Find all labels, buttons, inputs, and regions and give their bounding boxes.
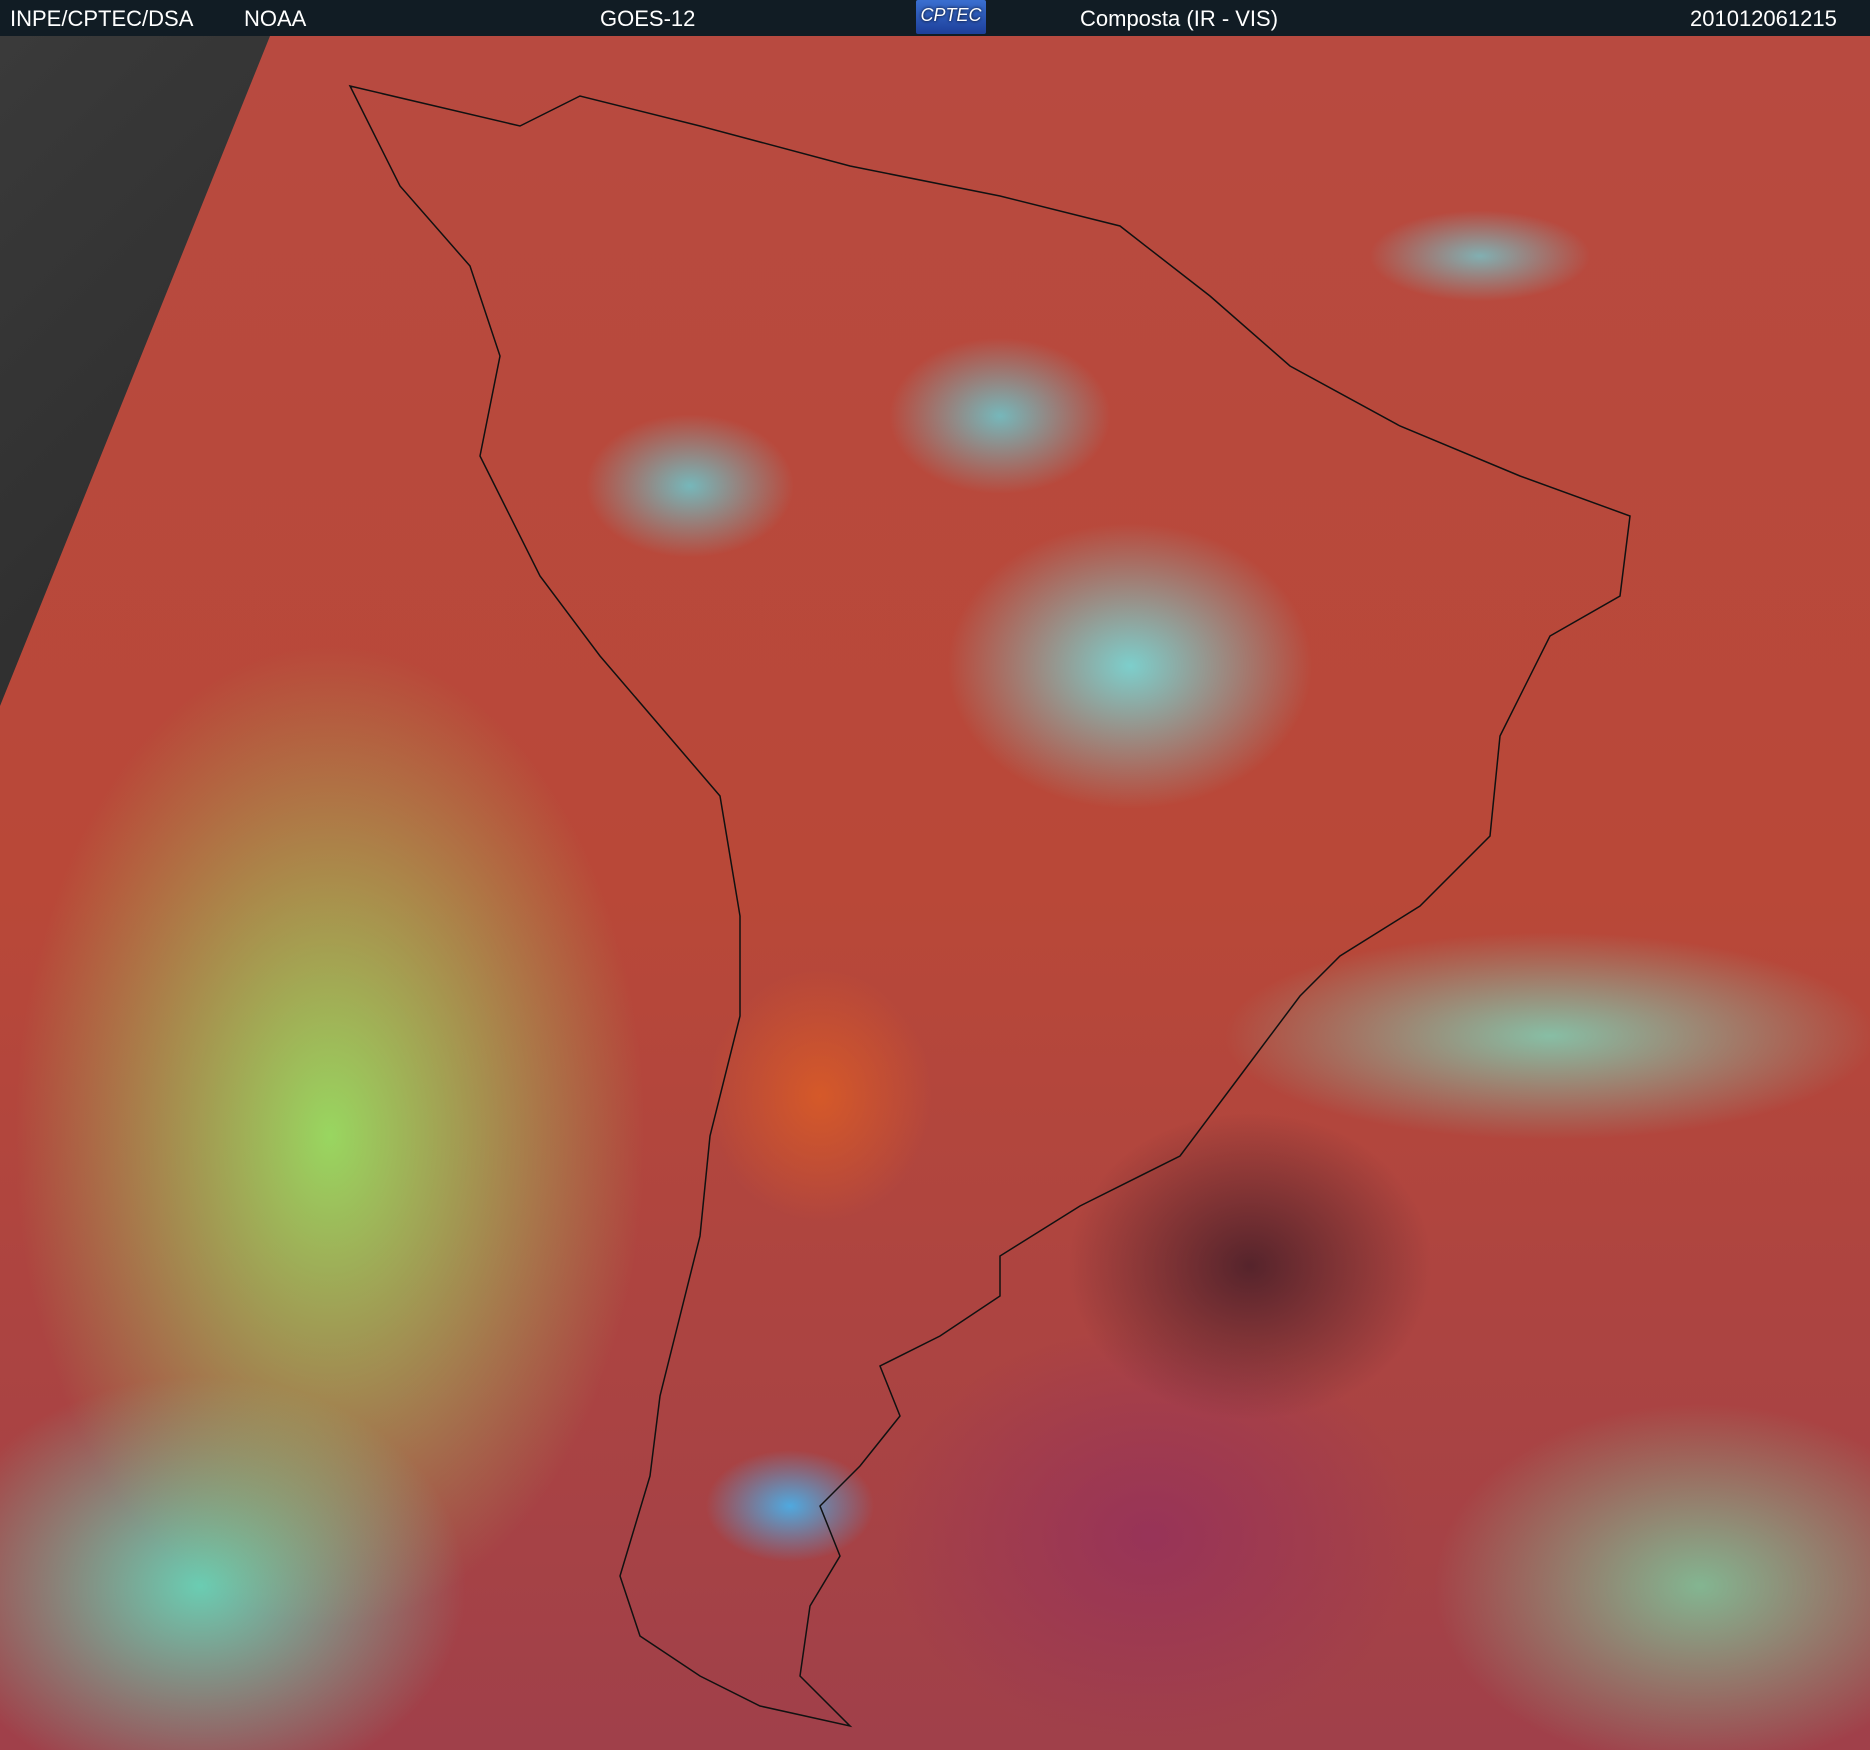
logo-text: CPTEC — [920, 5, 982, 25]
cptec-logo: CPTEC — [916, 0, 986, 34]
timestamp-label: 201012061215 — [1690, 6, 1837, 31]
satellite-image — [0, 36, 1870, 1750]
south-america-coastline — [348, 84, 1631, 1728]
header-bar: INPE/CPTEC/DSA NOAA GOES-12 CPTEC Compos… — [0, 0, 1870, 36]
agency-label: INPE/CPTEC/DSA — [10, 6, 194, 31]
source-label: NOAA — [244, 6, 307, 31]
satellite-label: GOES-12 — [600, 6, 696, 31]
coastline-outline — [348, 84, 1631, 1728]
product-label: Composta (IR - VIS) — [1080, 6, 1279, 31]
